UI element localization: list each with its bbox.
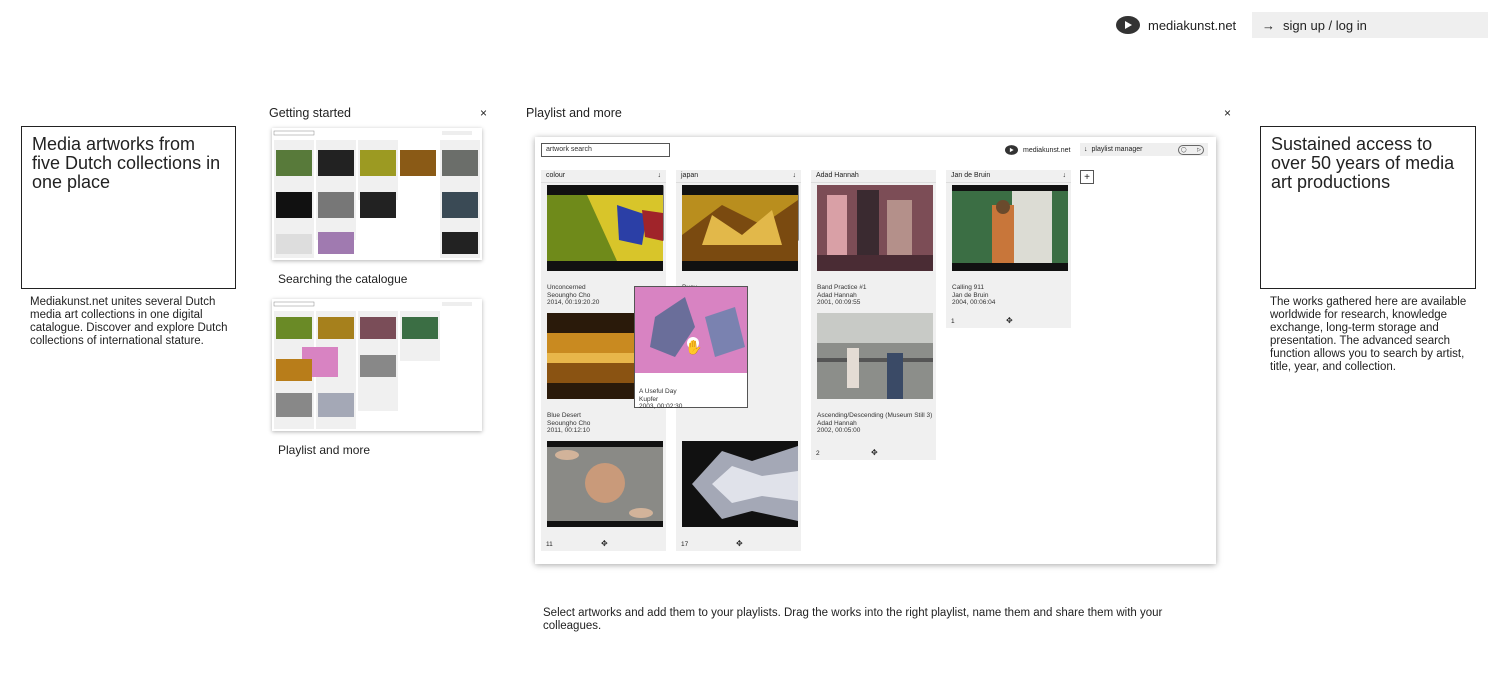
artwork-image [682, 441, 798, 527]
artwork-title: A Useful Day [639, 388, 677, 395]
view-toggle[interactable]: ◯ ▷ [1178, 145, 1204, 155]
artwork-image [682, 185, 798, 271]
sidebar-title: Getting started [269, 106, 351, 120]
thumbnail-preview-search [273, 130, 480, 258]
getting-started-panel: Getting started [269, 106, 487, 120]
column-name: Adad Hannah [816, 172, 859, 179]
artwork-title: Ascending/Descending (Museum Still 3) [817, 412, 933, 419]
brand-name: mediakunst.net [1148, 17, 1237, 33]
column-name: colour [546, 172, 566, 179]
column-name: japan [681, 172, 699, 179]
artwork-image [635, 287, 747, 373]
playlist-manager-button[interactable]: ↓ playlist manager ◯ ▷ [1080, 143, 1208, 156]
artwork-artist: Jan de Bruin [952, 291, 989, 299]
add-playlist-button[interactable]: + [1080, 170, 1094, 184]
artwork-artist: Seoungho Cho [547, 419, 591, 427]
artwork-image [817, 313, 933, 399]
dragged-artwork-card[interactable]: A Useful Day Kupfer 2003, 00:02:30 ✋ [634, 286, 748, 411]
column-count: 17 [681, 541, 689, 548]
sidebar-close-icon[interactable]: × [480, 106, 487, 120]
artwork-card[interactable]: Band Practice #1 Adad Hannah 2001, 00:09… [817, 185, 933, 307]
artwork-image [952, 185, 1068, 271]
artwork-meta: Calling 911 Jan de Bruin 2004, 00:06:04 [952, 284, 1068, 307]
artwork-card[interactable] [547, 441, 663, 532]
thumb-label-playlist[interactable]: Playlist and more [278, 443, 370, 457]
play-logo-icon [1005, 145, 1018, 155]
brand-link[interactable]: mediakunst.net [1116, 16, 1236, 34]
main-panel-title: Playlist and more [526, 106, 622, 120]
artwork-meta: A Useful Day Kupfer 2003, 00:02:30 [635, 388, 747, 411]
login-label: sign up / log in [1283, 17, 1367, 33]
artwork-meta: Ascending/Descending (Museum Still 3) Ad… [817, 412, 933, 435]
left-description: Mediakunst.net unites several Dutch medi… [30, 296, 228, 347]
window-brand-name: mediakunst.net [1023, 146, 1071, 154]
column-count: 2 [816, 450, 820, 457]
column-name: Jan de Bruin [951, 172, 991, 179]
column-header[interactable]: Adad Hannah [811, 170, 936, 183]
artwork-card[interactable]: Calling 911 Jan de Bruin 2004, 00:06:04 [952, 185, 1068, 307]
artwork-image [547, 441, 663, 527]
right-tagline: Sustained access to over 50 years of med… [1260, 126, 1476, 289]
artwork-details: 2001, 00:09:55 [817, 299, 861, 306]
artwork-card[interactable]: Ascending/Descending (Museum Still 3) Ad… [817, 313, 933, 435]
artwork-title: Band Practice #1 [817, 284, 867, 291]
playlist-column-adad-hannah: Adad Hannah Band Practice #1 Adad Hannah… [811, 170, 936, 460]
play-logo-icon [1116, 16, 1140, 34]
artwork-details: 2011, 00:12:10 [547, 427, 590, 434]
arrow-down-icon[interactable]: ↓ [658, 172, 662, 180]
thumb-searching[interactable] [272, 128, 482, 260]
right-description: The works gathered here are available wo… [1270, 296, 1467, 373]
artwork-artist: Adad Hannah [817, 419, 857, 427]
artwork-title: Calling 911 [952, 284, 985, 291]
artwork-details: 2003, 00:02:30 [639, 403, 683, 410]
move-icon[interactable]: ✥ [736, 539, 743, 548]
artwork-artist: Kupfer [639, 395, 659, 403]
thumbnail-preview-playlist [273, 301, 472, 429]
column-footer: 11 ✥ [546, 539, 661, 548]
hand-cursor-icon: ✋ [685, 339, 703, 355]
artwork-image [547, 185, 663, 271]
artwork-details: 2004, 00:06:04 [952, 299, 996, 306]
column-header[interactable]: Jan de Bruin ↓ [946, 170, 1071, 183]
move-icon[interactable]: ✥ [601, 539, 608, 548]
move-icon[interactable]: ✥ [871, 448, 878, 457]
column-footer: 1 ✥ [951, 316, 1066, 325]
arrow-right-icon: → [1262, 17, 1275, 33]
column-footer: 2 ✥ [816, 448, 931, 457]
login-button[interactable]: → sign up / log in [1252, 12, 1488, 38]
playlist-column-jan-de-bruin: Jan de Bruin ↓ Calling 911 Jan de Bruin … [946, 170, 1071, 328]
move-icon[interactable]: ✥ [1006, 316, 1013, 325]
artwork-meta: Blue Desert Seoungho Cho 2011, 00:12:10 [547, 412, 663, 435]
main-caption: Select artworks and add them to your pla… [543, 607, 1163, 632]
play-icon: ▷ [1197, 147, 1201, 153]
thumb-playlist[interactable] [272, 299, 482, 431]
arrow-down-icon: ↓ [1084, 146, 1088, 153]
thumb-label-searching[interactable]: Searching the catalogue [278, 272, 407, 286]
artwork-search-input[interactable]: artwork search [541, 143, 670, 157]
column-count: 1 [951, 318, 955, 325]
artwork-card[interactable] [682, 441, 798, 532]
arrow-down-icon[interactable]: ↓ [1063, 172, 1067, 180]
main-close-icon[interactable]: × [1224, 106, 1231, 120]
column-count: 11 [546, 541, 553, 548]
artwork-meta: Band Practice #1 Adad Hannah 2001, 00:09… [817, 284, 933, 307]
arrow-down-icon[interactable]: ↓ [793, 172, 797, 180]
pause-icon: ◯ [1181, 147, 1187, 153]
artwork-card[interactable]: Buoy [682, 185, 798, 292]
artwork-details: 2002, 00:05:00 [817, 427, 861, 434]
artwork-artist: Adad Hannah [817, 291, 857, 299]
column-footer: 17 ✥ [681, 539, 796, 548]
column-header[interactable]: japan ↓ [676, 170, 801, 183]
artwork-image [817, 185, 933, 271]
playlist-screenshot: artwork search mediakunst.net ↓ playlist… [535, 137, 1216, 564]
left-tagline: Media artworks from five Dutch collectio… [21, 126, 236, 289]
window-brand[interactable]: mediakunst.net [1005, 145, 1070, 155]
playlist-manager-label: playlist manager [1091, 146, 1143, 153]
artwork-title: Blue Desert [547, 412, 581, 419]
column-header[interactable]: colour ↓ [541, 170, 666, 183]
